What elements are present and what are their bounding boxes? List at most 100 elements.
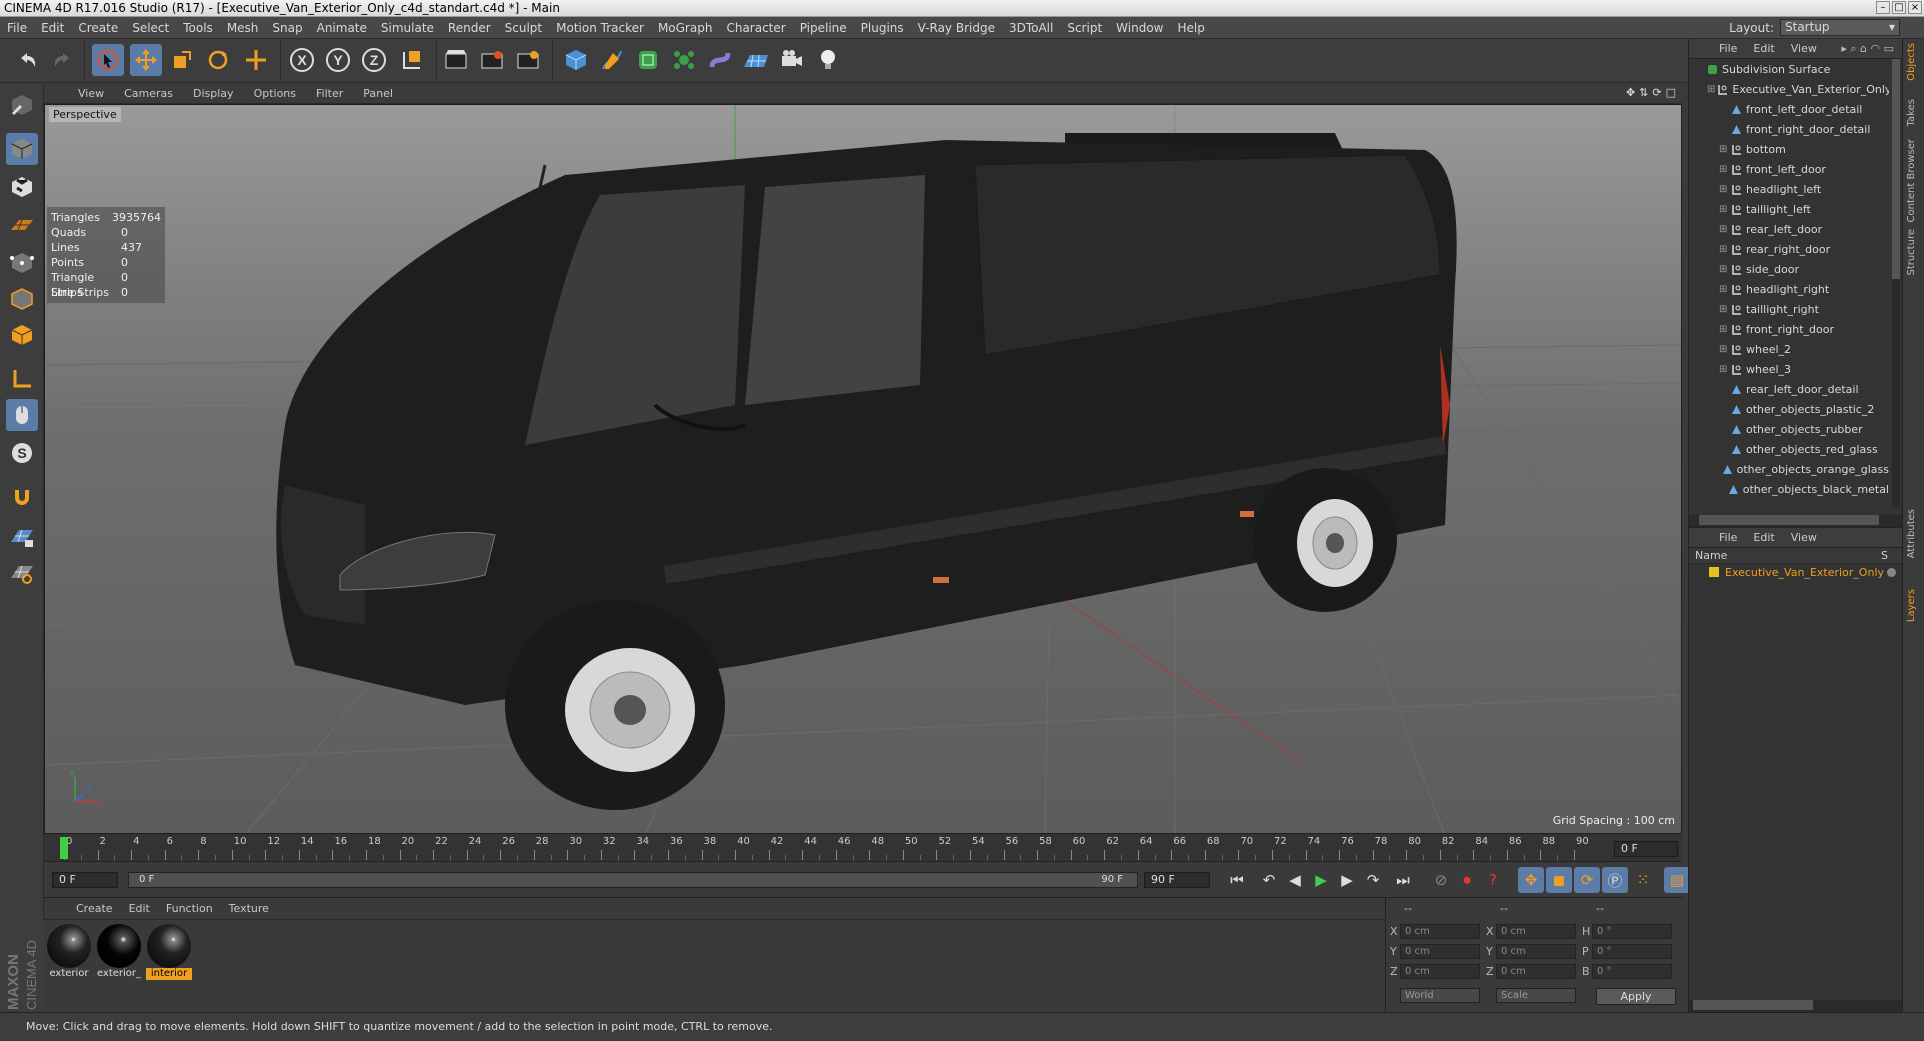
start-frame-field[interactable]: 0 F <box>52 872 118 888</box>
object-tree-item[interactable]: ⊞ headlight_right <box>1689 279 1889 299</box>
material-menu-edit[interactable]: Edit <box>121 902 158 915</box>
select-tool-button[interactable] <box>92 44 124 76</box>
menu-snap[interactable]: Snap <box>265 21 309 35</box>
side-tab-structure[interactable]: Structure <box>1906 229 1922 276</box>
coord-field-rot[interactable]: 0 ° <box>1592 944 1672 959</box>
points-mode-button[interactable] <box>6 247 38 279</box>
layer-h-scrollbar[interactable] <box>1689 1000 1903 1012</box>
menu-character[interactable]: Character <box>719 21 792 35</box>
coord-field-pos[interactable]: 0 cm <box>1400 964 1480 979</box>
object-tree-item[interactable]: ⊞ side_door <box>1689 259 1889 279</box>
material-menu-create[interactable]: Create <box>68 902 121 915</box>
render-picture-viewer-button[interactable] <box>476 44 508 76</box>
side-tab-content-browser[interactable]: Content Browser <box>1906 139 1922 222</box>
render-view-button[interactable] <box>440 44 472 76</box>
add-camera-button[interactable] <box>776 44 808 76</box>
add-cube-button[interactable] <box>560 44 592 76</box>
expand-toggle-icon[interactable]: ⊞ <box>1719 224 1729 235</box>
key-rotation-button[interactable]: ⟳ <box>1574 867 1600 893</box>
add-deformer-button[interactable] <box>704 44 736 76</box>
menu-3dtoall[interactable]: 3DToAll <box>1002 21 1060 35</box>
layout-dropdown[interactable]: Startup ▾ <box>1780 19 1900 36</box>
object-tree-item[interactable]: rear_left_door_detail <box>1689 379 1889 399</box>
expand-toggle-icon[interactable]: ⊞ <box>1719 284 1729 295</box>
object-tree-item[interactable]: other_objects_orange_glass <box>1689 459 1889 479</box>
layer-item[interactable]: Executive_Van_Exterior_Only <box>1689 564 1902 580</box>
undo-button[interactable] <box>12 44 44 76</box>
end-frame-field[interactable]: 90 F <box>1144 872 1210 888</box>
side-tab-objects[interactable]: Objects <box>1906 43 1922 81</box>
timeline-playhead[interactable] <box>60 837 68 859</box>
axis-mode-button[interactable] <box>6 363 38 395</box>
polygons-mode-button[interactable] <box>6 319 38 351</box>
object-tree-item[interactable]: ⊞ front_right_door <box>1689 319 1889 339</box>
pan-icon[interactable]: ✥ <box>1626 86 1635 99</box>
expand-toggle-icon[interactable]: ⊞ <box>1719 164 1729 175</box>
expand-toggle-icon[interactable]: ⊞ <box>1719 304 1729 315</box>
coord-field-rot[interactable]: 0 ° <box>1592 924 1672 939</box>
object-tree-item[interactable]: other_objects_plastic_2 <box>1689 399 1889 419</box>
coord-field-size[interactable]: 0 cm <box>1496 964 1576 979</box>
expand-toggle-icon[interactable]: ⊞ <box>1719 244 1729 255</box>
next-frame-button[interactable]: ▶ <box>1334 867 1360 893</box>
layer-menu-file[interactable]: File <box>1711 531 1745 544</box>
object-tree-item[interactable]: ⊞ wheel_2 <box>1689 339 1889 359</box>
menu-animate[interactable]: Animate <box>310 21 374 35</box>
key-position-button[interactable]: ✥ <box>1518 867 1544 893</box>
minimize-button[interactable]: – <box>1876 1 1890 14</box>
object-tree-item[interactable]: ⊞ taillight_left <box>1689 199 1889 219</box>
3d-viewport[interactable]: Y X Z Perspective Triangles 3935764 Quads 0… <box>44 104 1682 834</box>
side-tab-layers[interactable]: Layers <box>1906 589 1922 622</box>
viewport-menu-view[interactable]: View <box>68 87 114 100</box>
viewport-menu-display[interactable]: Display <box>183 87 244 100</box>
object-menu-file[interactable]: File <box>1711 42 1745 55</box>
key-pla-button[interactable]: ⁙ <box>1630 867 1656 893</box>
add-light-button[interactable] <box>812 44 844 76</box>
menu-mesh[interactable]: Mesh <box>220 21 266 35</box>
object-menu-edit[interactable]: Edit <box>1745 42 1782 55</box>
next-key-button[interactable]: ↷ <box>1360 867 1386 893</box>
keyframe-selection-button[interactable]: ? <box>1480 867 1506 893</box>
object-tree-item[interactable]: Subdivision Surface <box>1689 59 1889 79</box>
expand-toggle-icon[interactable]: ⊞ <box>1719 264 1729 275</box>
object-tree-item[interactable]: ⊞ taillight_right <box>1689 299 1889 319</box>
add-subdivision-button[interactable] <box>632 44 664 76</box>
play-button[interactable]: ▶ <box>1308 867 1334 893</box>
side-tab-attributes[interactable]: Attributes <box>1906 509 1922 558</box>
menu-help[interactable]: Help <box>1170 21 1211 35</box>
viewport-camera-label[interactable]: Perspective <box>49 107 121 122</box>
menu-edit[interactable]: Edit <box>34 21 71 35</box>
menu-motion-tracker[interactable]: Motion Tracker <box>549 21 651 35</box>
previous-frame-button[interactable]: ◀ <box>1282 867 1308 893</box>
material-menu-texture[interactable]: Texture <box>221 902 277 915</box>
coordinate-system-button[interactable] <box>396 44 428 76</box>
maximize-viewport-icon[interactable]: □ <box>1666 86 1676 99</box>
apply-button[interactable]: Apply <box>1596 988 1676 1005</box>
timeline-ruler[interactable]: 0 2 4 6 8 10 12 14 16 18 20 22 24 26 28 30 32 34 36 38 40 42 4… <box>58 834 1598 862</box>
expand-toggle-icon[interactable]: ⊞ <box>1707 84 1715 95</box>
expand-toggle-icon[interactable]: ⊞ <box>1719 344 1729 355</box>
add-floor-button[interactable] <box>740 44 772 76</box>
menu-v-ray-bridge[interactable]: V-Ray Bridge <box>911 21 1002 35</box>
workplane-lock-button[interactable] <box>6 521 38 553</box>
key-scale-button[interactable]: ◼ <box>1546 867 1572 893</box>
object-tree-item[interactable]: ⊞ headlight_left <box>1689 179 1889 199</box>
model-mode-button[interactable] <box>6 133 38 165</box>
viewport-menu-filter[interactable]: Filter <box>306 87 353 100</box>
expand-toggle-icon[interactable]: ⊞ <box>1719 184 1729 195</box>
menu-simulate[interactable]: Simulate <box>374 21 441 35</box>
make-editable-button[interactable] <box>6 89 38 121</box>
go-to-start-button[interactable]: ⏮ <box>1224 867 1250 893</box>
redo-button[interactable] <box>46 44 78 76</box>
add-cloner-button[interactable] <box>668 44 700 76</box>
object-menu-view[interactable]: View <box>1783 42 1825 55</box>
dolly-icon[interactable]: ⇅ <box>1639 86 1648 99</box>
object-tree-item[interactable]: ⊞ wheel_3 <box>1689 359 1889 379</box>
coord-field-size[interactable]: 0 cm <box>1496 924 1576 939</box>
coord-mode-dropdown[interactable]: World <box>1400 988 1480 1003</box>
key-parameter-button[interactable]: Ⓟ <box>1602 867 1628 893</box>
add-spline-button[interactable] <box>596 44 628 76</box>
object-tree-item[interactable]: ⊞ front_left_door <box>1689 159 1889 179</box>
menu-window[interactable]: Window <box>1109 21 1170 35</box>
coord-field-rot[interactable]: 0 ° <box>1592 964 1672 979</box>
